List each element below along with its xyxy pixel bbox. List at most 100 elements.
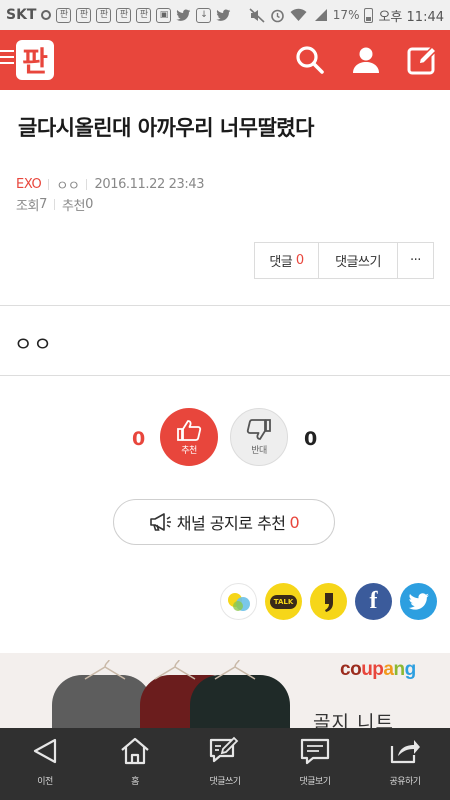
comment-count-button[interactable]: 댓글 0 (255, 243, 319, 278)
share-icon (390, 740, 420, 764)
article-actions: 댓글 0 댓글쓰기 ··· (254, 242, 434, 279)
ad-brand-letter: o (350, 659, 362, 680)
quote-mark-icon (324, 592, 333, 612)
nav-view-comments-label: 댓글보기 (299, 777, 331, 787)
battery-icon (364, 7, 374, 23)
oppose-vote-count: 0 (304, 428, 318, 450)
notification-dot-icon (41, 10, 52, 20)
wifi-icon (290, 8, 307, 21)
nav-home[interactable]: 홈 (90, 728, 180, 800)
twitter-notification-icon (216, 8, 231, 21)
post-datetime: 2016.11.22 23:43 (94, 177, 205, 192)
facebook-share-icon[interactable]: f (355, 583, 392, 620)
status-right: 17% 오후 11:44 (249, 6, 444, 25)
search-icon[interactable] (294, 44, 326, 76)
article-body: ㅇㅇ (14, 332, 53, 356)
nav-share[interactable]: 공유하기 (360, 728, 450, 800)
ad-product-image (190, 675, 290, 728)
content-divider (0, 375, 450, 376)
channel-notice-recommend-button[interactable]: 채널 공지로 추천 0 (113, 499, 335, 545)
menu-icon[interactable] (0, 50, 14, 68)
comment-label: 댓글 (269, 255, 293, 270)
gallery-icon: ▣ (156, 7, 172, 23)
status-bar: SKT 판 판 판 판 판 ▣ ↓ 17% 오후 11:44 (0, 0, 450, 30)
ad-brand-letter: g (404, 659, 417, 680)
channel-recommend-label: 채널 공지로 추천 (176, 514, 286, 533)
signal-icon (314, 9, 327, 21)
status-left: SKT 판 판 판 판 판 ▣ ↓ (6, 7, 249, 23)
nav-back[interactable]: 이전 (0, 728, 90, 800)
ad-headline: 골지 니트 (313, 712, 394, 728)
write-comment-icon (209, 736, 239, 763)
app-notification-icon: 판 (136, 7, 152, 23)
megaphone-icon (149, 513, 171, 531)
twitter-notification-icon (176, 8, 191, 21)
more-options-button[interactable]: ··· (398, 243, 433, 278)
article-title: 글다시올린대 아까우리 너무딸렸다 (18, 116, 314, 140)
alarm-icon (270, 9, 284, 22)
quote-share-icon[interactable] (310, 583, 347, 620)
nav-home-label: 홈 (131, 777, 139, 787)
thumbs-up-icon (177, 420, 202, 441)
pann-logo[interactable]: 판 (15, 38, 55, 82)
kakaostory-icon (227, 592, 250, 611)
write-comment-button[interactable]: 댓글쓰기 (319, 243, 398, 278)
back-icon (33, 738, 57, 764)
channel-recommend-count: 0 (289, 512, 300, 532)
ad-brand-letter: c (340, 659, 351, 680)
category-link[interactable]: EXO (16, 177, 42, 192)
logo-text: 판 (22, 45, 48, 78)
ad-brand-letter: u (361, 659, 373, 680)
ad-product-image (52, 675, 152, 728)
kakaostory-share-icon[interactable] (220, 583, 257, 620)
nav-back-label: 이전 (37, 777, 53, 787)
meta-divider (54, 199, 55, 210)
mute-icon (249, 7, 265, 23)
views-count: 7 (39, 197, 47, 212)
bottom-navigation: 이전 홈 댓글쓰기 댓글보기 공유하기 (0, 728, 450, 800)
app-notification-icon: 판 (116, 7, 132, 23)
meta-divider (86, 179, 88, 190)
thumbs-down-icon (246, 419, 271, 440)
author-name[interactable]: ㅇㅇ (56, 175, 80, 194)
nav-view-comments[interactable]: 댓글보기 (270, 728, 360, 800)
kakaotalk-label: TALK (269, 594, 298, 609)
article-meta: EXO ㅇㅇ 2016.11.22 23:43 (16, 175, 204, 194)
nav-share-label: 공유하기 (389, 777, 421, 787)
carrier-label: SKT (6, 7, 37, 23)
app-notification-icon: 판 (96, 7, 112, 23)
ad-banner[interactable]: coupang 골지 니트 (0, 653, 450, 728)
ad-brand-letter: p (372, 659, 384, 680)
content-divider (0, 305, 450, 306)
meta-divider (48, 179, 50, 190)
write-icon[interactable] (406, 44, 438, 76)
recommend-vote-count: 0 (132, 428, 146, 450)
recommend-label: 추천 (62, 199, 86, 214)
hanger-icon (84, 659, 256, 680)
battery-percent: 17% (332, 8, 360, 22)
app-header: 판 (0, 30, 450, 90)
nav-write-comment-label: 댓글쓰기 (209, 777, 241, 787)
home-icon (121, 737, 149, 765)
download-icon: ↓ (196, 7, 212, 23)
comment-count: 0 (295, 253, 304, 268)
recommend-count: 0 (85, 197, 93, 212)
app-notification-icon: 판 (76, 7, 92, 23)
ad-brand-letter: n (393, 659, 405, 680)
oppose-button[interactable]: 반대 (230, 408, 288, 466)
ad-brand-letter: a (383, 659, 394, 680)
twitter-share-icon[interactable] (400, 583, 437, 620)
clock: 오후 11:44 (378, 9, 444, 25)
kakaotalk-share-icon[interactable]: TALK (265, 583, 302, 620)
oppose-label: 반대 (251, 446, 267, 456)
app-notification-icon: 판 (56, 7, 72, 23)
twitter-bird-icon (408, 592, 429, 610)
recommend-button[interactable]: 추천 (160, 408, 218, 466)
article-stats: 조회 7 추천 0 (16, 195, 93, 214)
views-label: 조회 (16, 199, 40, 214)
view-comments-icon (300, 738, 330, 765)
user-icon[interactable] (350, 44, 382, 76)
ad-brand-logo: coupang (340, 659, 416, 681)
nav-write-comment[interactable]: 댓글쓰기 (180, 728, 270, 800)
recommend-label: 추천 (181, 446, 197, 456)
